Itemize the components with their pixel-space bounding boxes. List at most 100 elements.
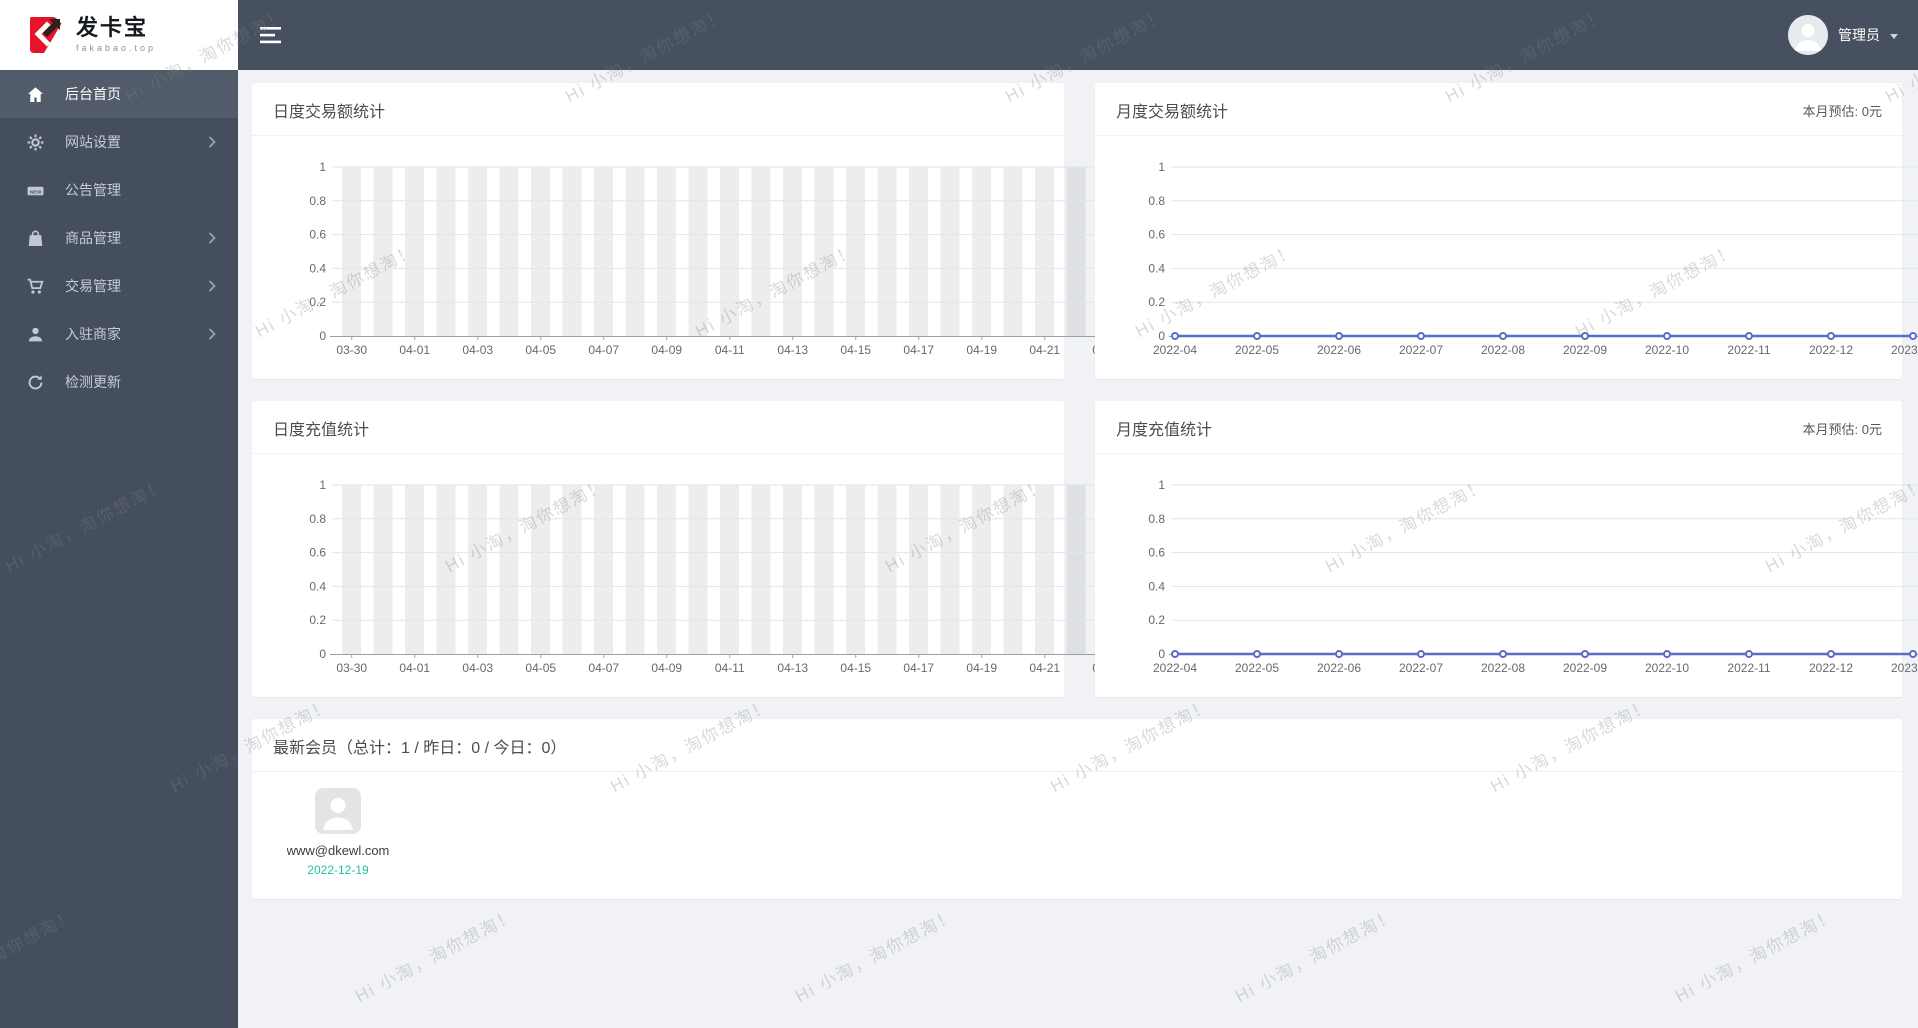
svg-text:04-21: 04-21 [1029, 661, 1060, 675]
svg-text:0.4: 0.4 [309, 579, 326, 593]
svg-text:2022-08: 2022-08 [1481, 343, 1525, 357]
svg-text:0.4: 0.4 [1148, 261, 1165, 275]
svg-text:04-03: 04-03 [462, 343, 493, 357]
brand-domain: fakabao.top [76, 42, 157, 53]
sidebar-item-merchants[interactable]: 入驻商家 [0, 310, 238, 358]
svg-text:2022-05: 2022-05 [1235, 661, 1279, 675]
panel-daily-trade: 日度交易额统计 0 0.2 0.4 0.6 0.8 1 03-30 04-01 04-03 04-… [252, 83, 1123, 379]
svg-text:04-03: 04-03 [462, 661, 493, 675]
svg-text:04-01: 04-01 [399, 661, 430, 675]
svg-text:0: 0 [319, 647, 326, 661]
svg-text:04-11: 04-11 [715, 661, 745, 675]
brand-name: 发卡宝 [76, 15, 149, 41]
svg-text:04-15: 04-15 [840, 343, 871, 357]
svg-text:2022-11: 2022-11 [1727, 661, 1770, 675]
sidebar: 发卡宝 fakabao.top 后台首页 网站设置 NEW 公告管理 商品管理 … [0, 0, 238, 1028]
member-card[interactable]: www@dkewl.com 2022-12-19 [278, 788, 398, 877]
svg-text:2022-12: 2022-12 [1809, 343, 1853, 357]
svg-text:0.6: 0.6 [1148, 228, 1165, 242]
member-avatar-icon [315, 788, 361, 834]
sidebar-item-label: 商品管理 [65, 230, 121, 246]
svg-text:03-30: 03-30 [336, 661, 367, 675]
panel-daily-recharge: 日度充值统计 0 0.2 0.4 0.6 0.8 1 03-30 04-01 04-03 04-0… [252, 401, 1123, 697]
main-column: 管理员 日度交易额统计 0 0.2 0.4 0.6 0.8 1 03-30 04-01 04-0… [238, 0, 1918, 1028]
svg-text:2022-09: 2022-09 [1563, 661, 1607, 675]
svg-text:0.6: 0.6 [309, 228, 326, 242]
svg-text:0: 0 [1158, 329, 1165, 343]
panel-monthly-recharge: 月度充值统计 本月预估: 0元 0 0.2 0.4 0.6 0.8 1 2022-04 202… [1095, 401, 1918, 697]
panel-members: 最新会员（总计：1 / 昨日：0 / 今日：0） www@dkewl.com 2 [252, 719, 1902, 899]
svg-text:0.2: 0.2 [1148, 295, 1165, 309]
svg-text:03-30: 03-30 [336, 343, 367, 357]
sidebar-item-check-updates[interactable]: 检测更新 [0, 358, 238, 406]
members-title: 最新会员（总计：1 / 昨日：0 / 今日：0） [273, 740, 567, 757]
month-estimate: 本月预估: 0元 [1802, 421, 1882, 437]
logo-icon [24, 14, 66, 56]
sidebar-item-label: 入驻商家 [65, 326, 121, 342]
svg-text:0.8: 0.8 [1148, 512, 1165, 526]
svg-text:1: 1 [1158, 478, 1165, 492]
panel-title: 月度交易额统计 [1116, 104, 1229, 121]
svg-text:1: 1 [1158, 160, 1165, 174]
svg-text:0.8: 0.8 [309, 194, 326, 208]
panel-title: 月度充值统计 [1116, 422, 1213, 439]
svg-text:2022-10: 2022-10 [1645, 343, 1689, 357]
chevron-right-icon [208, 328, 216, 340]
svg-text:2022-06: 2022-06 [1317, 343, 1361, 357]
svg-text:2022-04: 2022-04 [1153, 661, 1197, 675]
svg-text:04-19: 04-19 [966, 343, 997, 357]
member-register-date: 2022-12-19 [307, 863, 369, 877]
user-menu[interactable]: 管理员 [1788, 15, 1898, 55]
bag-icon [27, 230, 44, 247]
svg-text:0.4: 0.4 [1148, 579, 1165, 593]
svg-text:2022-08: 2022-08 [1481, 661, 1525, 675]
chart-row-recharge: 日度充值统计 0 0.2 0.4 0.6 0.8 1 03-30 04-01 04-03 04-0… [252, 401, 1918, 697]
panel-monthly-trade: 月度交易额统计 本月预估: 0元 0 0.2 0.4 0.6 0.8 1 2022-04 20… [1095, 83, 1918, 379]
sidebar-item-label: 公告管理 [65, 182, 121, 198]
svg-text:2022-05: 2022-05 [1235, 343, 1279, 357]
chevron-right-icon [208, 136, 216, 148]
svg-text:0.8: 0.8 [1148, 194, 1165, 208]
svg-text:04-07: 04-07 [588, 661, 619, 675]
cart-icon [27, 278, 44, 295]
sidebar-item-label: 交易管理 [65, 278, 121, 294]
sidebar-item-dashboard[interactable]: 后台首页 [0, 70, 238, 118]
svg-text:04-01: 04-01 [399, 343, 430, 357]
svg-text:2022-11: 2022-11 [1727, 343, 1770, 357]
home-icon [27, 86, 44, 103]
refresh-icon [27, 374, 44, 391]
sidebar-item-transactions[interactable]: 交易管理 [0, 262, 238, 310]
content: 日度交易额统计 0 0.2 0.4 0.6 0.8 1 03-30 04-01 04-03 04-… [238, 70, 1918, 1028]
topbar: 管理员 [238, 0, 1918, 70]
user-avatar [1788, 15, 1828, 55]
chart-row-trade: 日度交易额统计 0 0.2 0.4 0.6 0.8 1 03-30 04-01 04-03 04-… [252, 83, 1918, 379]
svg-text:2022-07: 2022-07 [1399, 343, 1443, 357]
logo[interactable]: 发卡宝 fakabao.top [0, 0, 238, 70]
daily-recharge-chart: 0 0.2 0.4 0.6 0.8 1 03-30 04-01 04-03 04-05 04-07 0… [309, 478, 1123, 675]
member-email: www@dkewl.com [286, 843, 390, 858]
svg-text:1: 1 [319, 478, 326, 492]
sidebar-item-announcements[interactable]: NEW 公告管理 [0, 166, 238, 214]
svg-text:0.6: 0.6 [309, 546, 326, 560]
svg-text:04-19: 04-19 [966, 661, 997, 675]
user-name: 管理员 [1838, 27, 1880, 43]
announcement-icon: NEW [27, 182, 44, 199]
daily-trade-chart: 0 0.2 0.4 0.6 0.8 1 03-30 04-01 04-03 04-05 04-07 0… [309, 160, 1123, 357]
svg-text:0.4: 0.4 [309, 261, 326, 275]
sidebar-item-label: 后台首页 [65, 86, 121, 102]
merchant-icon [27, 326, 44, 343]
svg-text:0.2: 0.2 [309, 295, 326, 309]
panel-title: 日度充值统计 [273, 422, 370, 439]
sidebar-item-products[interactable]: 商品管理 [0, 214, 238, 262]
svg-text:04-15: 04-15 [840, 661, 871, 675]
caret-down-icon [1890, 33, 1898, 39]
gear-icon [27, 134, 44, 151]
menu-toggle-button[interactable] [256, 23, 286, 48]
panel-title: 日度交易额统计 [273, 104, 386, 121]
svg-text:2023-01: 2023-01 [1891, 661, 1918, 675]
svg-text:04-13: 04-13 [777, 343, 808, 357]
svg-text:04-05: 04-05 [525, 343, 556, 357]
svg-text:NEW: NEW [30, 189, 42, 195]
svg-text:2022-09: 2022-09 [1563, 343, 1607, 357]
sidebar-item-site-settings[interactable]: 网站设置 [0, 118, 238, 166]
